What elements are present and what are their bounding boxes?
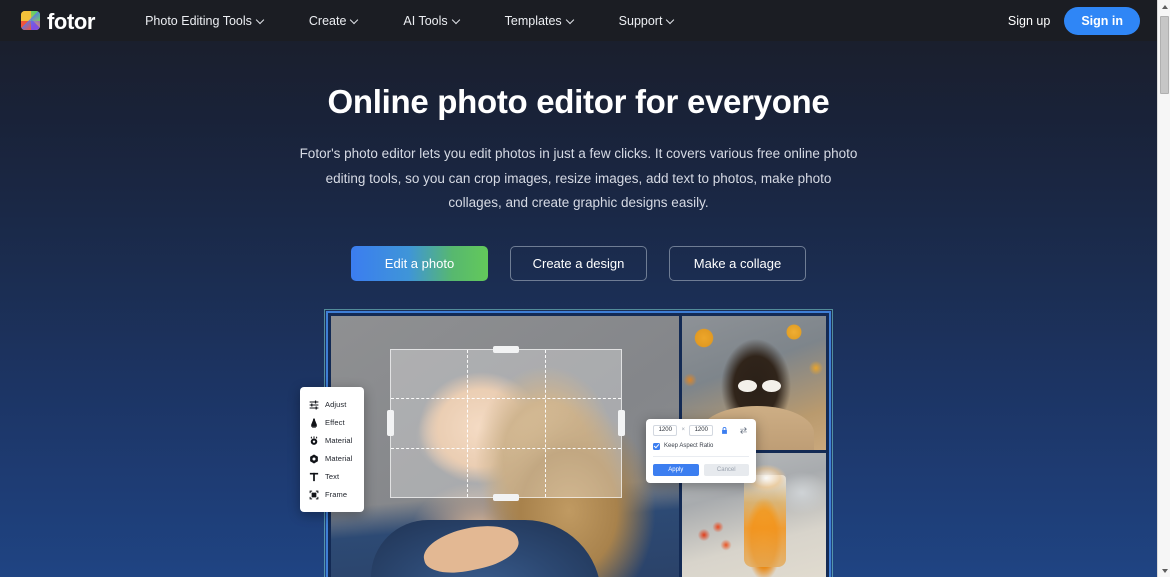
tool-item-label: Adjust xyxy=(325,400,347,410)
scroll-down-button[interactable] xyxy=(1158,564,1170,577)
keep-aspect-ratio-row[interactable]: Keep Aspect Ratio xyxy=(653,442,749,457)
keep-aspect-ratio-checkbox[interactable] xyxy=(653,442,660,450)
chevron-down-icon xyxy=(453,16,461,24)
magic-wand-icon xyxy=(309,418,319,428)
resize-width-input[interactable]: 1200 xyxy=(653,424,678,436)
resize-dimensions-row: 1200 × 1200 xyxy=(653,424,749,436)
tool-item-adjust[interactable]: Adjust xyxy=(300,396,364,414)
resize-height-input[interactable]: 1200 xyxy=(689,424,714,436)
frame-icon xyxy=(309,490,319,500)
nav-auth-actions: Sign up Sign in xyxy=(1008,6,1157,35)
editor-tool-panel: Adjust Effect Material Material Text Fra… xyxy=(300,386,364,512)
page-container: fotor Photo Editing Tools Create AI Tool… xyxy=(0,0,1157,577)
crop-guide-line xyxy=(545,349,547,497)
shape-icon xyxy=(309,454,319,464)
nav-item-label: Support xyxy=(618,13,663,28)
chevron-down-icon xyxy=(667,16,675,24)
crop-guide-line xyxy=(391,398,621,400)
resize-dialog: 1200 × 1200 Keep Aspect Ratio Apply Canc… xyxy=(646,418,756,483)
chevron-down-icon xyxy=(351,16,359,24)
nav-links: Photo Editing Tools Create AI Tools Temp… xyxy=(123,0,697,41)
nav-item-label: Create xyxy=(308,13,347,28)
resize-dialog-actions: Apply Cancel xyxy=(653,463,749,476)
hero-description: Fotor's photo editor lets you edit photo… xyxy=(299,145,858,211)
crop-guide-line xyxy=(391,448,621,450)
chevron-down-icon xyxy=(257,16,265,24)
nav-item-label: Templates xyxy=(504,13,562,28)
nav-item-create[interactable]: Create xyxy=(287,0,382,41)
crop-guide-line xyxy=(466,349,468,497)
editor-preview: Adjust Effect Material Material Text Fra… xyxy=(300,308,833,577)
vertical-scrollbar[interactable] xyxy=(1157,0,1170,577)
sliders-icon xyxy=(309,400,319,410)
crop-selection-overlay[interactable] xyxy=(387,345,625,501)
brand-logo-link[interactable]: fotor xyxy=(21,10,95,32)
tool-item-material-shape[interactable]: Material xyxy=(300,450,364,468)
chevron-down-icon xyxy=(567,16,575,24)
scrollbar-thumb[interactable] xyxy=(1160,16,1169,94)
nav-item-label: Photo Editing Tools xyxy=(145,13,252,28)
crop-handle-bottom[interactable] xyxy=(493,493,519,501)
crop-handle-right[interactable] xyxy=(618,410,625,437)
lock-icon[interactable] xyxy=(719,425,730,436)
nav-item-templates[interactable]: Templates xyxy=(483,0,597,41)
nav-item-support[interactable]: Support xyxy=(597,0,698,41)
scroll-up-button[interactable] xyxy=(1158,0,1170,13)
tool-item-frame[interactable]: Frame xyxy=(300,486,364,504)
brand-name: fotor xyxy=(47,8,96,34)
cancel-button[interactable]: Cancel xyxy=(703,463,749,476)
main-photo-cell[interactable] xyxy=(331,315,679,577)
nav-item-label: AI Tools xyxy=(403,13,448,28)
sticker-icon xyxy=(309,435,319,446)
create-a-design-button[interactable]: Create a design xyxy=(510,245,647,281)
tool-item-label: Text xyxy=(325,472,340,482)
face-mask-shape xyxy=(738,379,757,392)
tool-item-effect[interactable]: Effect xyxy=(300,414,364,432)
tool-item-label: Material xyxy=(325,454,353,464)
nav-item-ai-tools[interactable]: AI Tools xyxy=(381,0,482,41)
sign-up-link[interactable]: Sign up xyxy=(1008,14,1050,28)
keep-aspect-ratio-label: Keep Aspect Ratio xyxy=(664,443,714,450)
page-title: Online photo editor for everyone xyxy=(327,83,830,120)
dimension-separator: × xyxy=(681,427,685,434)
triangle-up-icon xyxy=(1161,4,1168,9)
tool-item-label: Effect xyxy=(325,418,345,428)
nav-item-photo-editing-tools[interactable]: Photo Editing Tools xyxy=(123,0,287,41)
make-a-collage-button[interactable]: Make a collage xyxy=(669,245,806,281)
sign-in-button[interactable]: Sign in xyxy=(1064,6,1140,35)
edit-a-photo-button[interactable]: Edit a photo xyxy=(351,245,488,281)
tool-item-material-sticker[interactable]: Material xyxy=(300,432,364,450)
tool-item-label: Frame xyxy=(325,490,348,500)
cta-button-row: Edit a photo Create a design Make a coll… xyxy=(0,245,1157,281)
fotor-pinwheel-logo-icon xyxy=(21,11,40,30)
face-mask-shape xyxy=(762,379,781,392)
hero-section: Online photo editor for everyone Fotor's… xyxy=(0,41,1157,281)
tool-item-text[interactable]: Text xyxy=(300,468,364,486)
text-t-icon xyxy=(309,472,319,482)
triangle-down-icon xyxy=(1161,568,1168,573)
top-navigation-bar: fotor Photo Editing Tools Create AI Tool… xyxy=(0,0,1157,41)
crop-handle-top[interactable] xyxy=(493,345,519,353)
apply-button[interactable]: Apply xyxy=(653,463,699,476)
tool-item-label: Material xyxy=(325,436,353,446)
swap-arrows-icon[interactable] xyxy=(738,425,749,436)
crop-handle-left[interactable] xyxy=(387,410,394,437)
